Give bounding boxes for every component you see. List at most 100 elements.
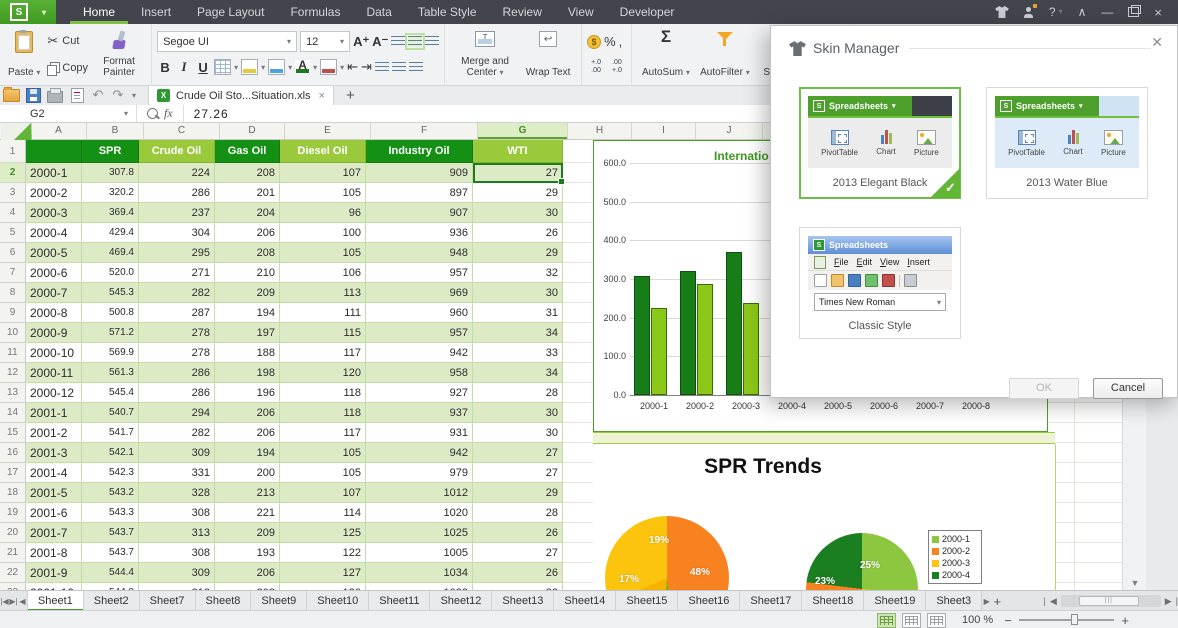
font-size-select[interactable]: 12▾ [300, 31, 350, 52]
column-header-d[interactable]: D [220, 122, 285, 139]
sheet-tab-sheet17[interactable]: Sheet17 [740, 591, 802, 611]
scroll-down-icon[interactable]: ▼ [1123, 578, 1147, 588]
row-number-4[interactable]: 4 [0, 203, 26, 223]
print-button[interactable] [44, 86, 66, 104]
cell[interactable]: 2000-4 [26, 223, 82, 243]
cell[interactable]: 543.3 [82, 503, 139, 523]
cell[interactable]: 282 [139, 423, 215, 443]
cell[interactable]: 1032 [366, 583, 473, 590]
cell[interactable]: 209 [215, 283, 280, 303]
redo-button[interactable]: ↷ [108, 87, 128, 103]
skin-option-2013-water-blue[interactable]: SSpreadsheets▾ PivotTable Chart Picture … [986, 87, 1148, 199]
cell[interactable]: 208 [215, 163, 280, 183]
column-header-f[interactable]: F [371, 122, 478, 139]
cell[interactable]: 208 [215, 583, 280, 590]
add-sheet-button[interactable]: + [991, 591, 1003, 611]
sheet-tab-sheet1[interactable]: Sheet1 [27, 591, 84, 611]
header-cell-blank[interactable] [26, 140, 82, 163]
column-header-h[interactable]: H [568, 122, 632, 139]
cell[interactable]: 114 [280, 503, 366, 523]
cell[interactable]: 957 [366, 323, 473, 343]
cell[interactable]: 31 [473, 303, 563, 323]
cell[interactable]: 221 [215, 503, 280, 523]
cell[interactable]: 22 [473, 583, 563, 590]
cell[interactable]: 2000-11 [26, 363, 82, 383]
cell[interactable]: 30 [473, 283, 563, 303]
account-icon[interactable] [1024, 7, 1034, 17]
new-document-tab-button[interactable]: + [346, 87, 355, 104]
cell[interactable]: 278 [139, 343, 215, 363]
row-number-14[interactable]: 14 [0, 403, 26, 423]
cell[interactable]: 117 [280, 343, 366, 363]
cell[interactable]: 469.4 [82, 243, 139, 263]
cell[interactable]: 948 [366, 243, 473, 263]
cell[interactable]: 960 [366, 303, 473, 323]
cell[interactable]: 194 [215, 303, 280, 323]
sheet-tab-sheet11[interactable]: Sheet11 [369, 591, 430, 611]
sheet-tab-sheet18[interactable]: Sheet18 [802, 591, 864, 611]
name-box[interactable]: G2 ▾ [0, 105, 137, 122]
cell[interactable]: 313 [139, 583, 215, 590]
row-number-22[interactable]: 22 [0, 563, 26, 583]
menu-tab-view[interactable]: View [555, 0, 607, 24]
cell[interactable]: 286 [139, 363, 215, 383]
cell[interactable]: 931 [366, 423, 473, 443]
sheet-tab-sheet12[interactable]: Sheet12 [430, 591, 492, 611]
header-cell-crude-oil[interactable]: Crude Oil [139, 140, 215, 163]
cell[interactable]: 2000-6 [26, 263, 82, 283]
cell[interactable]: 307.8 [82, 163, 139, 183]
cell[interactable]: 32 [473, 263, 563, 283]
cell[interactable]: 33 [473, 343, 563, 363]
app-menu-button[interactable]: S ▾ [0, 0, 56, 24]
sheet-nav-first[interactable]: |◀ [0, 591, 9, 611]
cell[interactable]: 204 [215, 203, 280, 223]
document-tab[interactable]: X Crude Oil Sto...Situation.xls × [148, 85, 334, 105]
open-file-button[interactable] [0, 86, 22, 104]
row-number-23[interactable]: 23 [0, 583, 26, 590]
row-number-12[interactable]: 12 [0, 363, 26, 383]
cell[interactable]: 194 [215, 443, 280, 463]
cell[interactable]: 308 [139, 503, 215, 523]
sheet-tab-sheet3[interactable]: Sheet3 [926, 591, 982, 611]
close-button[interactable]: × [1154, 6, 1162, 19]
cell[interactable]: 313 [139, 523, 215, 543]
cell[interactable]: 542.1 [82, 443, 139, 463]
column-header-a[interactable]: A [31, 122, 87, 139]
sheet-tab-sheet14[interactable]: Sheet14 [554, 591, 616, 611]
hscroll-thumb[interactable]: ||| [1079, 596, 1139, 606]
print-preview-button[interactable] [66, 86, 88, 104]
cell[interactable]: 2001-6 [26, 503, 82, 523]
wrap-text-button[interactable]: ↩ Wrap Text [520, 27, 576, 82]
cell[interactable]: 188 [215, 343, 280, 363]
cell[interactable]: 309 [139, 443, 215, 463]
cell[interactable]: 127 [280, 563, 366, 583]
cell[interactable]: 2001-4 [26, 463, 82, 483]
cell[interactable]: 936 [366, 223, 473, 243]
cell[interactable]: 105 [280, 443, 366, 463]
row-number-17[interactable]: 17 [0, 463, 26, 483]
column-header-i[interactable]: I [632, 122, 696, 139]
cell[interactable]: 26 [473, 523, 563, 543]
cell[interactable]: 30 [473, 203, 563, 223]
row-number-20[interactable]: 20 [0, 523, 26, 543]
cell[interactable]: 907 [366, 203, 473, 223]
cell[interactable]: 320.2 [82, 183, 139, 203]
cell[interactable]: 2001-8 [26, 543, 82, 563]
align-top-icon[interactable] [391, 36, 405, 47]
row-number-9[interactable]: 9 [0, 303, 26, 323]
cell[interactable]: 1034 [366, 563, 473, 583]
cell[interactable]: 2001-10 [26, 583, 82, 590]
cell[interactable]: 193 [215, 543, 280, 563]
zoom-in-button[interactable]: + [1118, 613, 1132, 628]
fill-color-dropdown[interactable] [268, 59, 285, 75]
cell[interactable]: 331 [139, 463, 215, 483]
cell[interactable]: 105 [280, 243, 366, 263]
row-number-1[interactable]: 1 [0, 140, 26, 163]
ok-button[interactable]: OK [1009, 378, 1079, 399]
cell[interactable]: 107 [280, 483, 366, 503]
paste-button[interactable]: Paste ▾ [5, 27, 43, 82]
normal-view-button[interactable] [877, 613, 896, 628]
cell[interactable]: 26 [473, 223, 563, 243]
cell-shading-dropdown[interactable] [241, 59, 258, 75]
sheet-tab-sheet8[interactable]: Sheet8 [196, 591, 252, 611]
